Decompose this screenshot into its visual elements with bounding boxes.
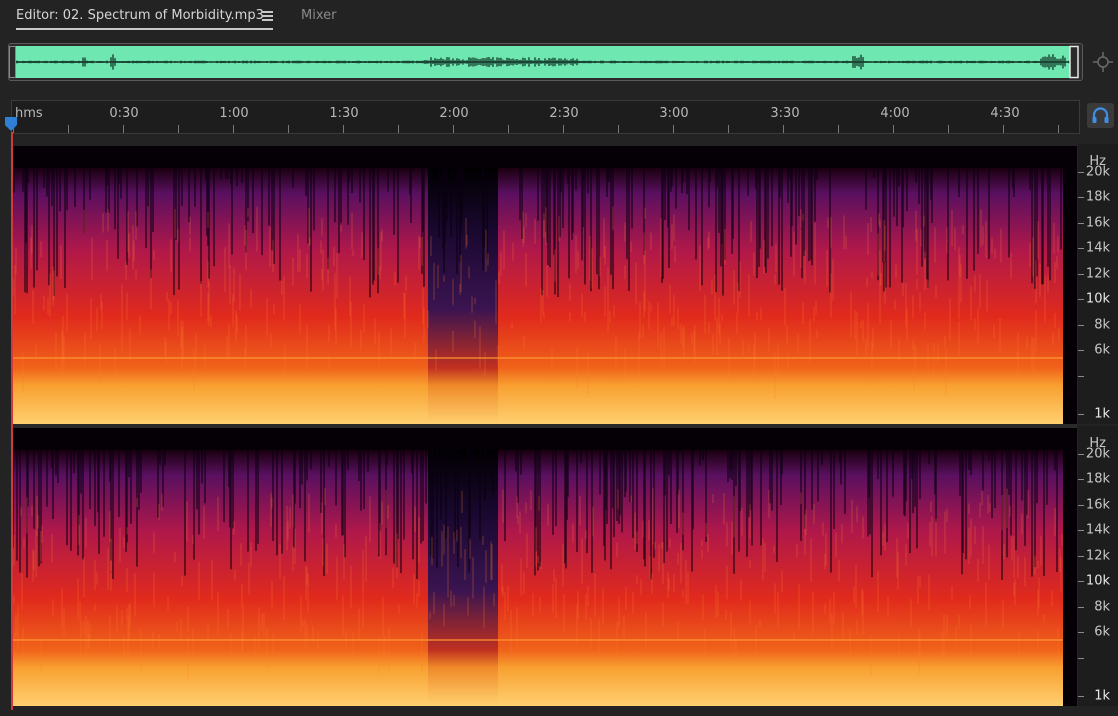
hz-tick (1078, 556, 1084, 557)
hz-tick (1078, 479, 1084, 480)
hz-label: 12k (1085, 548, 1110, 564)
hz-tick (1078, 530, 1084, 531)
hz-tick (1078, 696, 1084, 697)
tab-mixer[interactable]: Mixer (301, 8, 336, 23)
spectral-display-right-channel[interactable] (13, 428, 1077, 706)
playhead-marker-icon[interactable] (4, 116, 18, 132)
hz-label: 1k (1094, 406, 1110, 422)
playhead-line (11, 132, 13, 710)
ruler-time-label: 2:30 (549, 106, 579, 121)
active-tab-underline (16, 28, 273, 30)
hz-label: 18k (1085, 189, 1110, 205)
hz-tick (1078, 274, 1084, 275)
hz-label: 16k (1085, 497, 1110, 513)
ruler-unit-label: hms (15, 106, 43, 121)
hz-label: 20k (1085, 164, 1110, 180)
panel-tab-bar: Editor: 02. Spectrum of Morbidity.mp3 Mi… (0, 0, 1118, 34)
overview-waveform-navigator[interactable] (8, 43, 1083, 81)
hz-label: 14k (1085, 522, 1110, 538)
bottom-edge (0, 710, 1118, 716)
hz-tick (1078, 607, 1084, 608)
hz-tick (1078, 172, 1084, 173)
ruler-time-label: 3:00 (659, 106, 689, 121)
crosshair-zoom-icon[interactable] (1092, 51, 1114, 73)
hz-label: 14k (1085, 240, 1110, 256)
hz-tick (1078, 299, 1084, 300)
time-ruler[interactable]: hms 0:30 1:00 1:30 2:00 2:30 3:00 3:30 4… (11, 100, 1080, 134)
ruler-time-label: 4:00 (880, 106, 910, 121)
hz-label: 10k (1085, 573, 1110, 589)
monitor-button[interactable] (1087, 103, 1114, 128)
ruler-time-label: 1:30 (329, 106, 359, 121)
frequency-scale-right[interactable]: Hz 20k 18k 16k 14k 12k 10k 8k 6k 1k (1078, 426, 1118, 706)
hz-tick (1078, 658, 1084, 659)
hz-tick (1078, 350, 1084, 351)
hz-label: 8k (1094, 317, 1110, 333)
spectrogram-right (13, 428, 1077, 706)
hz-tick (1078, 505, 1084, 506)
hz-label: 20k (1085, 446, 1110, 462)
ruler-time-label: 4:30 (990, 106, 1020, 121)
headphones-icon (1092, 107, 1109, 123)
hamburger-menu-icon[interactable] (262, 9, 274, 21)
ruler-time-label: 2:00 (439, 106, 469, 121)
hz-tick (1078, 325, 1084, 326)
hz-label: 1k (1094, 688, 1110, 704)
spectral-display-left-channel[interactable] (13, 146, 1077, 424)
hz-tick (1078, 454, 1084, 455)
hz-label: 6k (1094, 342, 1110, 358)
hz-tick (1078, 376, 1084, 377)
hz-tick (1078, 197, 1084, 198)
hz-label: 8k (1094, 599, 1110, 615)
hz-tick (1078, 414, 1084, 415)
tab-editor[interactable]: Editor: 02. Spectrum of Morbidity.mp3 (16, 8, 264, 23)
hz-tick (1078, 223, 1084, 224)
spectrogram-left (13, 146, 1077, 424)
hz-label: 16k (1085, 215, 1110, 231)
hz-tick (1078, 248, 1084, 249)
ruler-time-label: 3:30 (770, 106, 800, 121)
hz-label: 18k (1085, 471, 1110, 487)
panel-resize-grip[interactable] (576, 135, 606, 148)
ruler-time-label: 0:30 (109, 106, 139, 121)
hz-label: 12k (1085, 266, 1110, 282)
overview-waveform (9, 45, 1079, 79)
frequency-scale-left[interactable]: Hz 20k 18k 16k 14k 12k 10k 8k 6k 1k (1078, 144, 1118, 424)
ruler-ticks (13, 125, 1059, 133)
hz-label: 6k (1094, 624, 1110, 640)
hz-tick (1078, 581, 1084, 582)
audition-editor-window: Editor: 02. Spectrum of Morbidity.mp3 Mi… (0, 0, 1118, 716)
hz-tick (1078, 632, 1084, 633)
ruler-time-label: 1:00 (219, 106, 249, 121)
hz-label: 10k (1085, 291, 1110, 307)
